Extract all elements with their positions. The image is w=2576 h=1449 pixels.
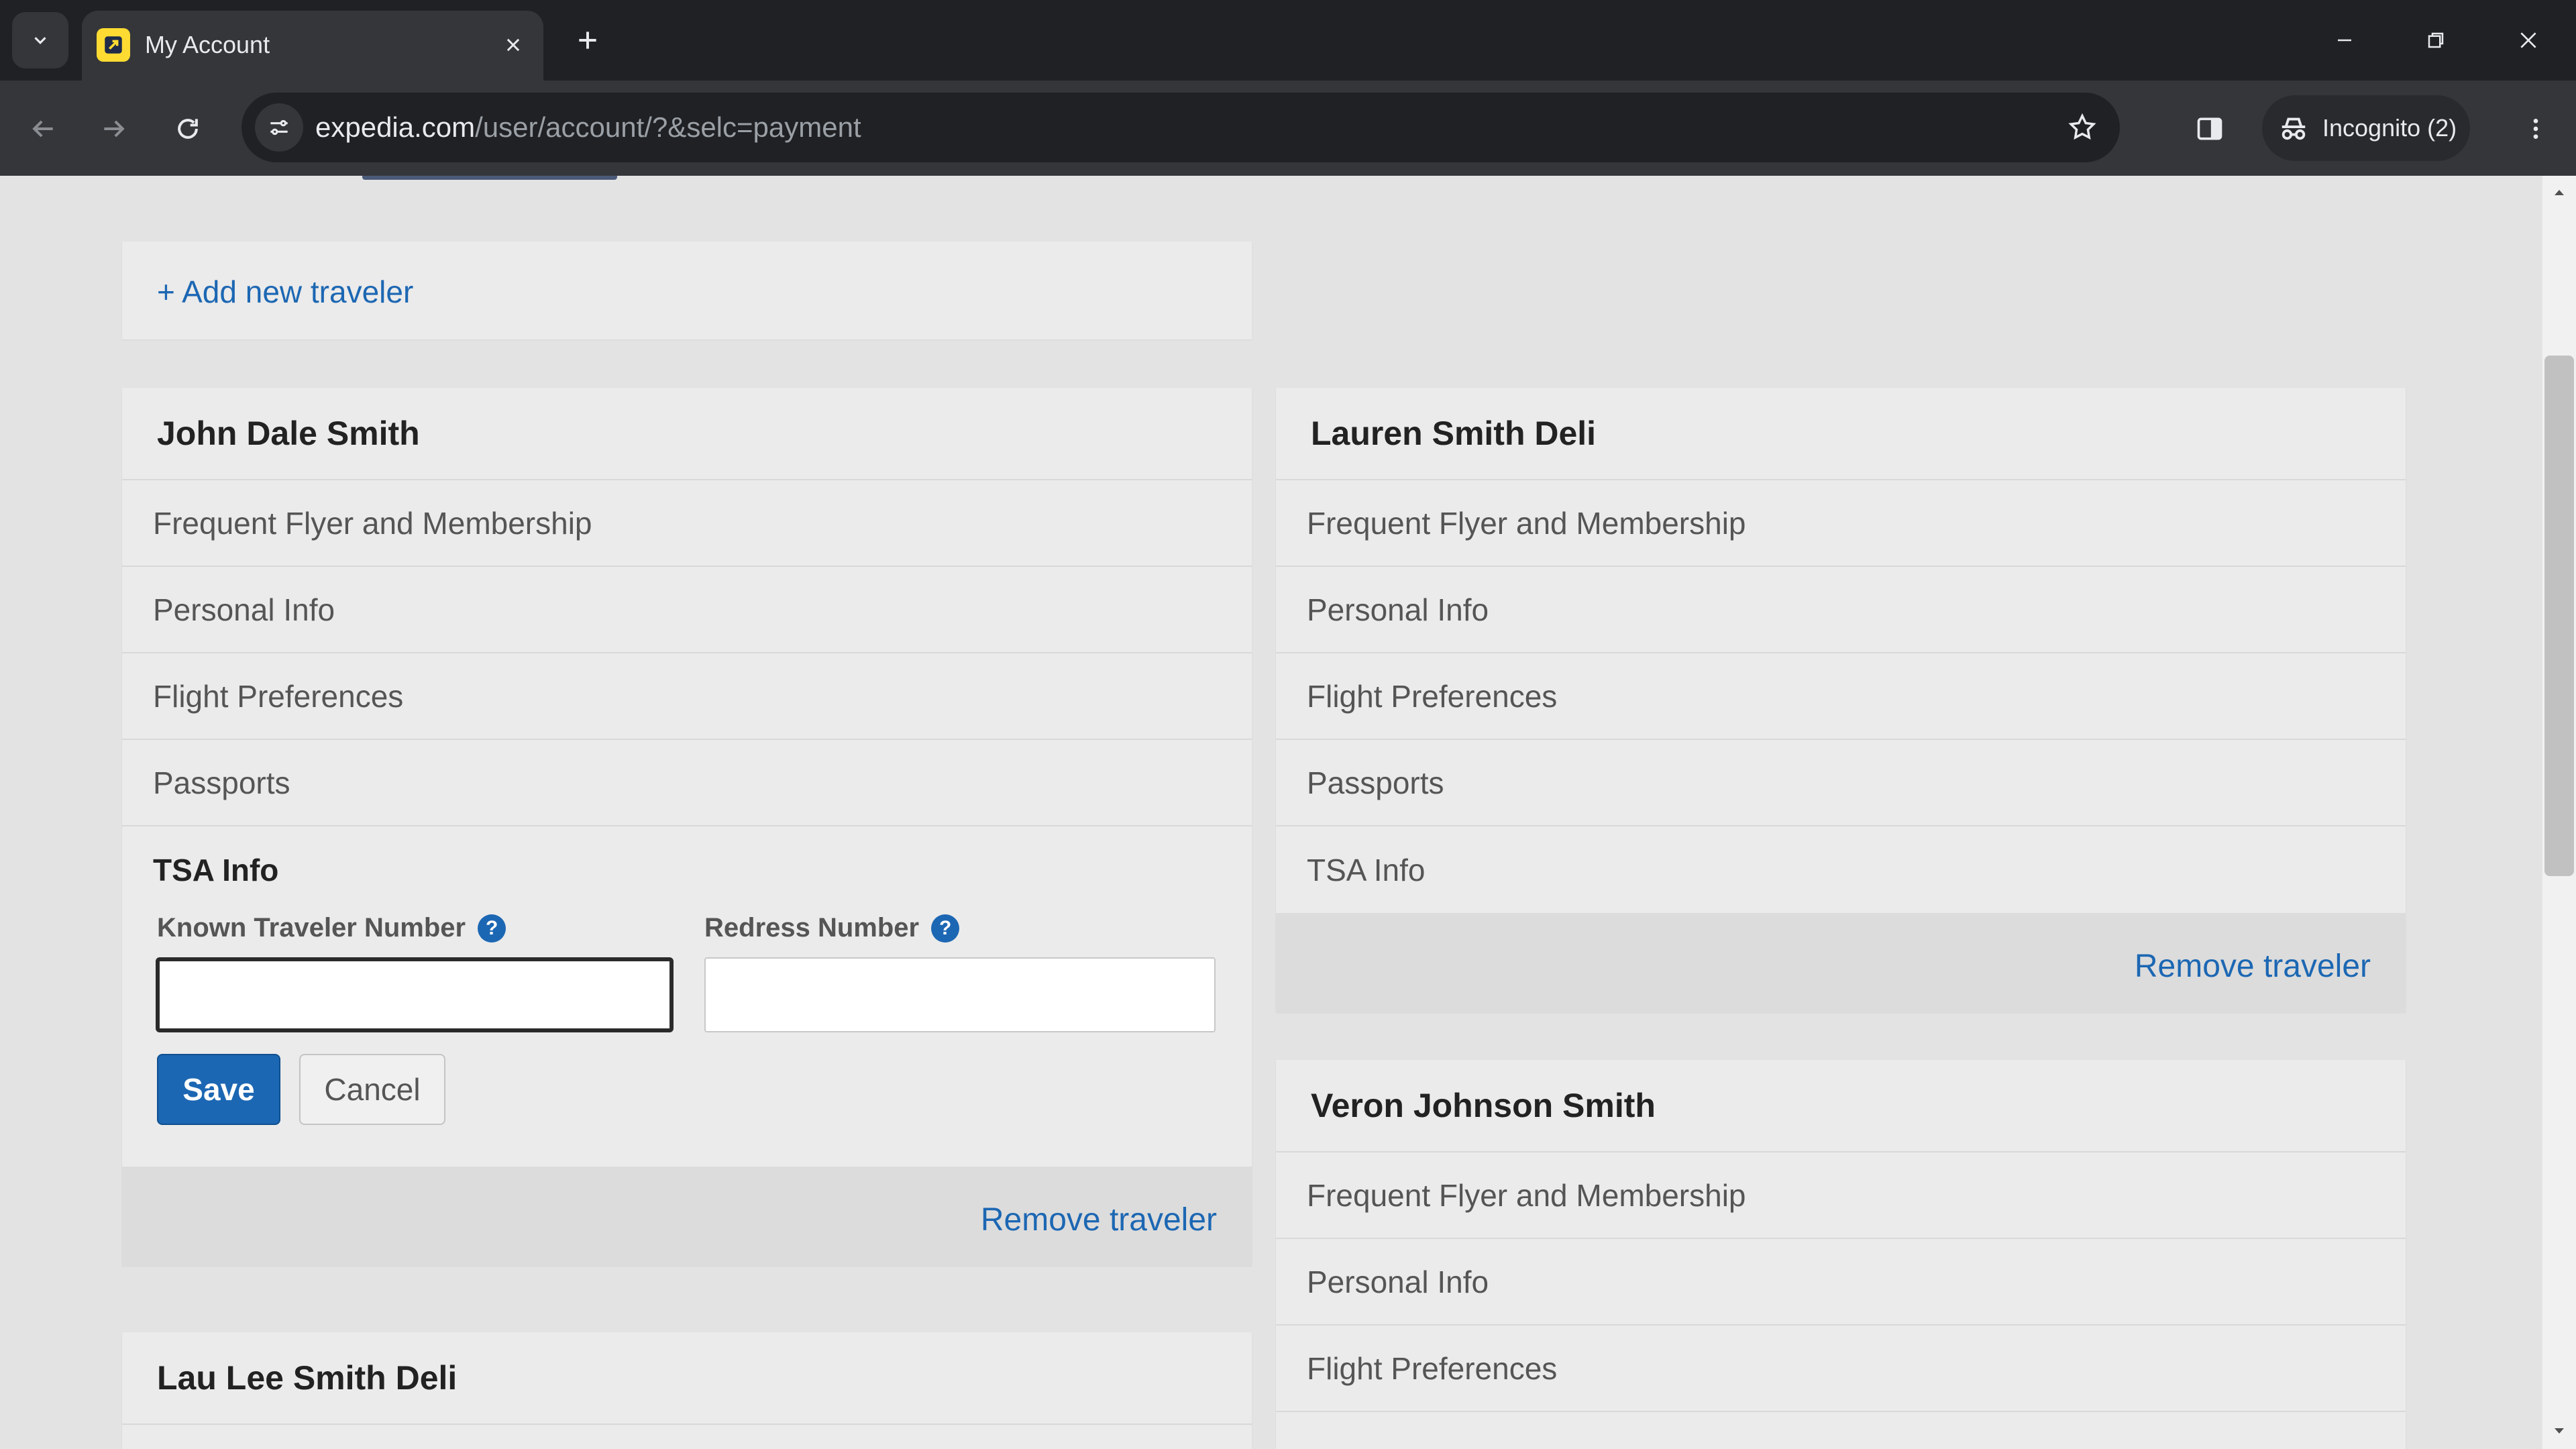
scroll-down-arrow-icon[interactable] [2549,1421,2569,1441]
minimize-icon[interactable] [2314,16,2375,64]
incognito-label: Incognito (2) [2322,114,2457,142]
new-tab-plus-icon[interactable] [568,20,608,60]
traveler-card-lauren-smith-deli: Lauren Smith Deli Frequent Flyer and Mem… [1276,388,2406,1012]
url-path: /user/account/?&selc=payment [475,111,861,143]
address-bar[interactable]: expedia.com/user/account/?&selc=payment [241,93,2120,162]
section-personal-info[interactable]: Personal Info [122,567,1252,653]
url-text: expedia.com/user/account/?&selc=payment [315,110,861,145]
section-frequent-flyer[interactable]: Frequent Flyer and Membership [1276,480,2406,567]
traveler-name: Veron Johnson Smith [1276,1060,2406,1152]
section-tsa-info[interactable]: TSA Info [122,826,1252,913]
redress-number-input[interactable] [704,957,1216,1032]
traveler-card-veron-johnson-smith: Veron Johnson Smith Frequent Flyer and M… [1276,1060,2406,1449]
section-passports[interactable]: Passports [1276,740,2406,826]
restore-icon[interactable] [2406,16,2466,64]
known-traveler-number-input[interactable] [156,957,674,1032]
browser-toolbar: expedia.com/user/account/?&selc=payment … [0,80,2576,176]
scroll-up-arrow-icon[interactable] [2549,182,2569,203]
bookmark-star-icon[interactable] [2062,107,2102,148]
form-spacer [122,1090,1252,1167]
browser-tab-active[interactable]: My Account [82,11,543,80]
tab-title: My Account [145,31,270,58]
incognito-profile-button[interactable]: Incognito (2) [2262,95,2470,161]
section-flight-preferences[interactable]: Flight Preferences [1276,653,2406,740]
tab-close-icon[interactable] [496,28,530,62]
section-frequent-flyer[interactable]: Frequent Flyer and Membership [1276,1152,2406,1239]
traveler-name: Lau Lee Smith Deli [122,1332,1252,1425]
help-icon[interactable]: ? [478,914,506,943]
section-passports[interactable]: Passports [122,740,1252,826]
traveler-card-footer: Remove traveler [1276,913,2406,1012]
back-arrow-icon[interactable] [16,102,70,156]
section-tsa-info[interactable]: TSA Info [1276,826,2406,913]
close-window-icon[interactable] [2498,16,2559,64]
traveler-card-lau-lee-smith-deli: Lau Lee Smith Deli [122,1332,1252,1449]
expedia-favicon-icon [97,28,130,62]
add-traveler-card: + Add new traveler [122,241,1252,339]
redress-number-label: Redress Number [704,913,920,943]
traveler-card-footer: Remove traveler [122,1167,1252,1266]
known-traveler-number-label: Known Traveler Number [157,913,466,943]
redress-label-row: Redress Number ? [704,913,960,943]
save-button[interactable]: Save [157,1054,280,1125]
remove-traveler-link[interactable]: Remove traveler [2135,948,2371,985]
active-account-tab-indicator [362,176,617,180]
chevron-down-icon [34,37,46,44]
reload-icon[interactable] [161,102,215,156]
page-content: + Add new traveler John Dale Smith Frequ… [0,176,2542,1449]
incognito-icon [2282,117,2306,140]
known-traveler-label-row: Known Traveler Number ? [157,913,506,943]
url-host: expedia.com [315,111,476,143]
traveler-name: Lauren Smith Deli [1276,388,2406,480]
section-frequent-flyer[interactable]: Frequent Flyer and Membership [122,480,1252,567]
site-settings-icon[interactable] [255,103,303,152]
section-personal-info[interactable]: Personal Info [1276,1239,2406,1326]
remove-traveler-link[interactable]: Remove traveler [981,1201,1217,1238]
more-vert-icon[interactable] [2509,102,2563,156]
section-flight-preferences[interactable]: Flight Preferences [122,653,1252,740]
forward-arrow-icon[interactable] [87,102,141,156]
cancel-button[interactable]: Cancel [299,1054,445,1125]
traveler-card-john-dale-smith: John Dale Smith Frequent Flyer and Membe… [122,388,1252,1266]
help-icon[interactable]: ? [931,914,960,943]
browser-tab-strip: My Account [0,0,2576,80]
add-new-traveler-link[interactable]: + Add new traveler [157,274,413,310]
side-panel-icon[interactable] [2184,103,2235,154]
tsa-info-form: Known Traveler Number ? Redress Number ?… [122,913,1252,1125]
traveler-name: John Dale Smith [122,388,1252,480]
section-flight-preferences[interactable]: Flight Preferences [1276,1326,2406,1412]
scrollbar-thumb[interactable] [2544,356,2574,876]
tab-search-button[interactable] [12,12,68,68]
section-personal-info[interactable]: Personal Info [1276,567,2406,653]
